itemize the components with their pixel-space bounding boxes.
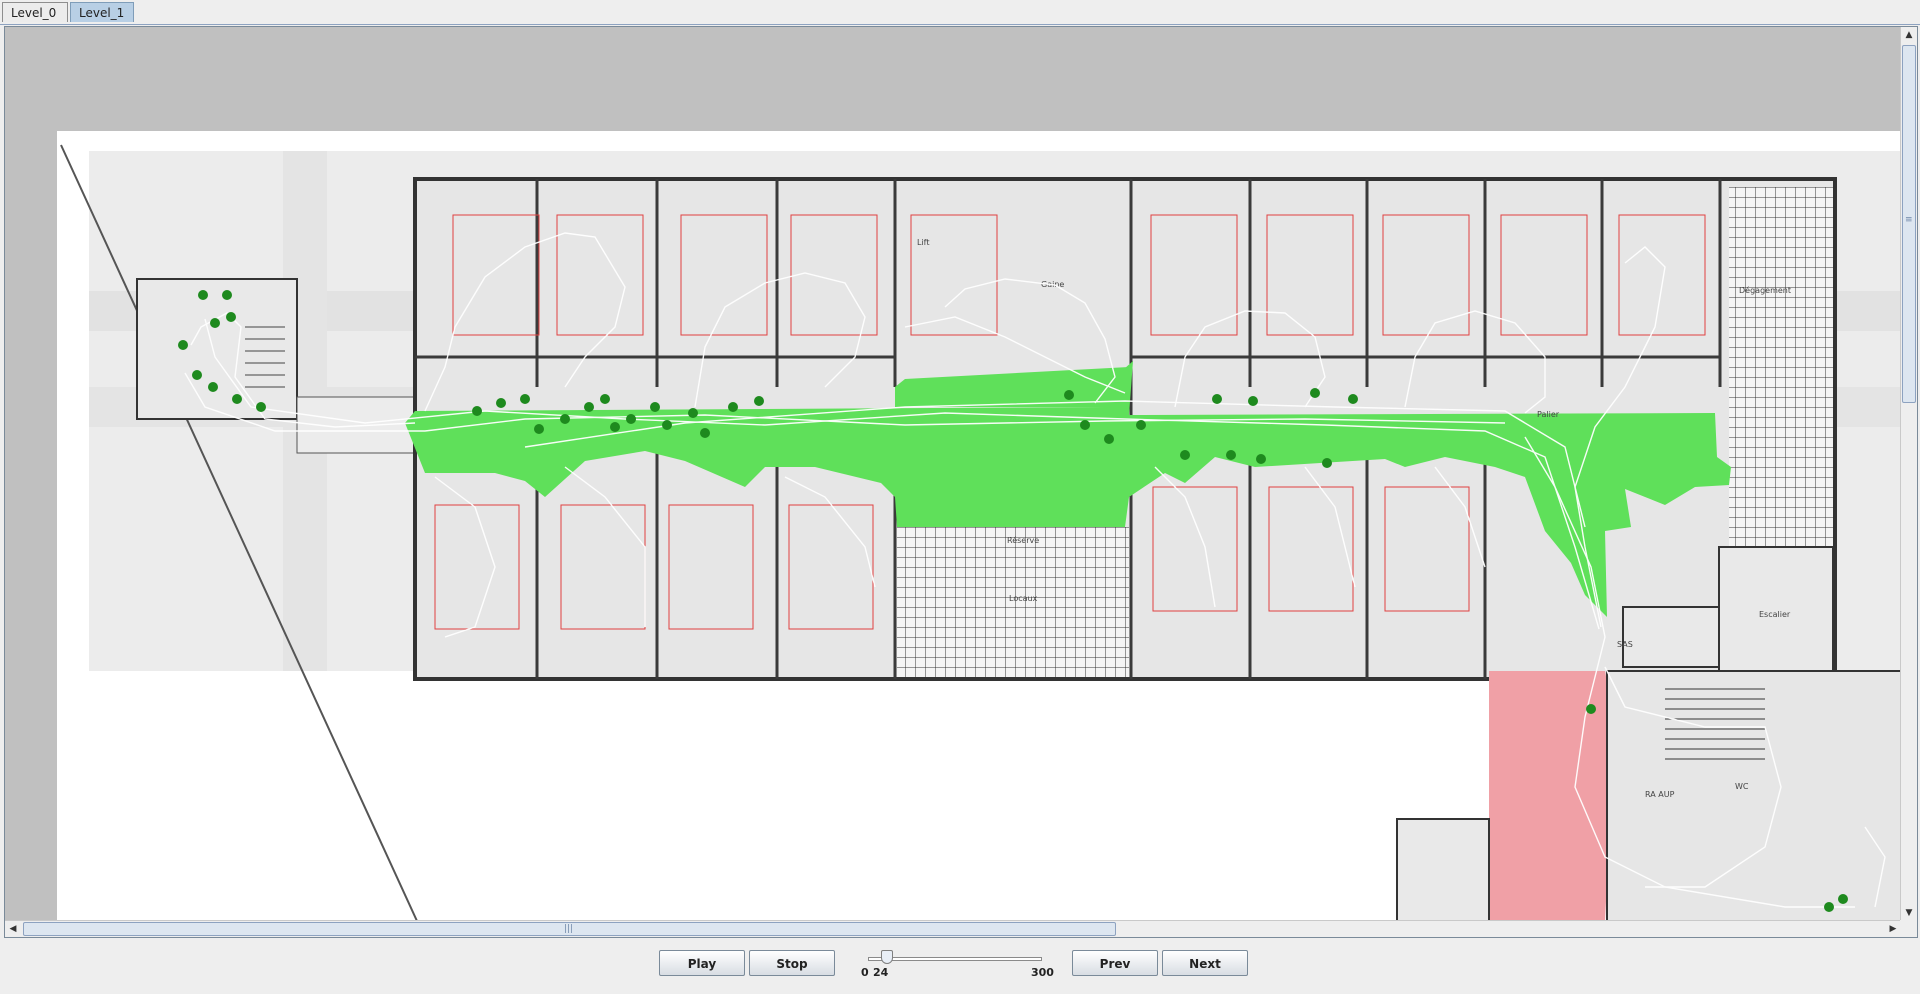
room-label: Dégagement [1739,285,1791,295]
next-button[interactable]: Next [1162,950,1248,976]
stop-button[interactable]: Stop [749,950,835,976]
arrow-down-icon[interactable]: ▼ [1901,905,1917,921]
horizontal-scroll-thumb[interactable]: ||| [23,922,1116,936]
tab-level-1[interactable]: Level_1 [70,2,134,22]
room-label: RA AUP [1645,790,1675,799]
scroll-corner [1900,920,1917,937]
exit-zone [1489,671,1615,921]
floor-plan-viewport[interactable]: Lift Gaine Réserve Locaux Dégagement Pal… [4,26,1918,938]
slider-max-label: 300 [1031,966,1054,979]
arrow-left-icon[interactable]: ◀ [5,921,21,937]
floor-plan-canvas: Lift Gaine Réserve Locaux Dégagement Pal… [57,131,1901,921]
room-label: Locaux [1009,594,1038,603]
grip-icon: ||| [564,924,574,934]
arrow-right-icon[interactable]: ▶ [1885,921,1901,937]
room-label: Palier [1537,410,1560,419]
time-slider-track[interactable] [868,957,1042,961]
horizontal-scrollbar[interactable]: ◀ ||| ▶ [5,920,1901,937]
slider-current-label: 24 [873,966,889,979]
tiled-area-right [1729,187,1833,547]
tab-level-0[interactable]: Level_0 [2,2,68,22]
prev-button[interactable]: Prev [1072,950,1158,976]
time-slider-thumb[interactable] [880,950,893,964]
room-label: Réserve [1007,535,1039,545]
room-label: Lift [917,238,930,247]
grip-icon: ≡ [1905,215,1913,225]
arrow-up-icon[interactable]: ▲ [1901,27,1917,43]
vertical-scrollbar[interactable]: ▲ ≡ ▼ [1900,27,1917,921]
room-label: Escalier [1759,610,1791,619]
vertical-scroll-thumb[interactable]: ≡ [1902,45,1916,403]
slider-min-label: 0 [861,966,869,979]
room-label: WC [1735,782,1749,791]
play-button[interactable]: Play [659,950,745,976]
level-tab-bar: Level_0 Level_1 [0,0,1920,25]
room-label: SAS [1617,640,1633,649]
playback-controls: Play Stop 0 24 300 Prev Next [0,940,1920,994]
